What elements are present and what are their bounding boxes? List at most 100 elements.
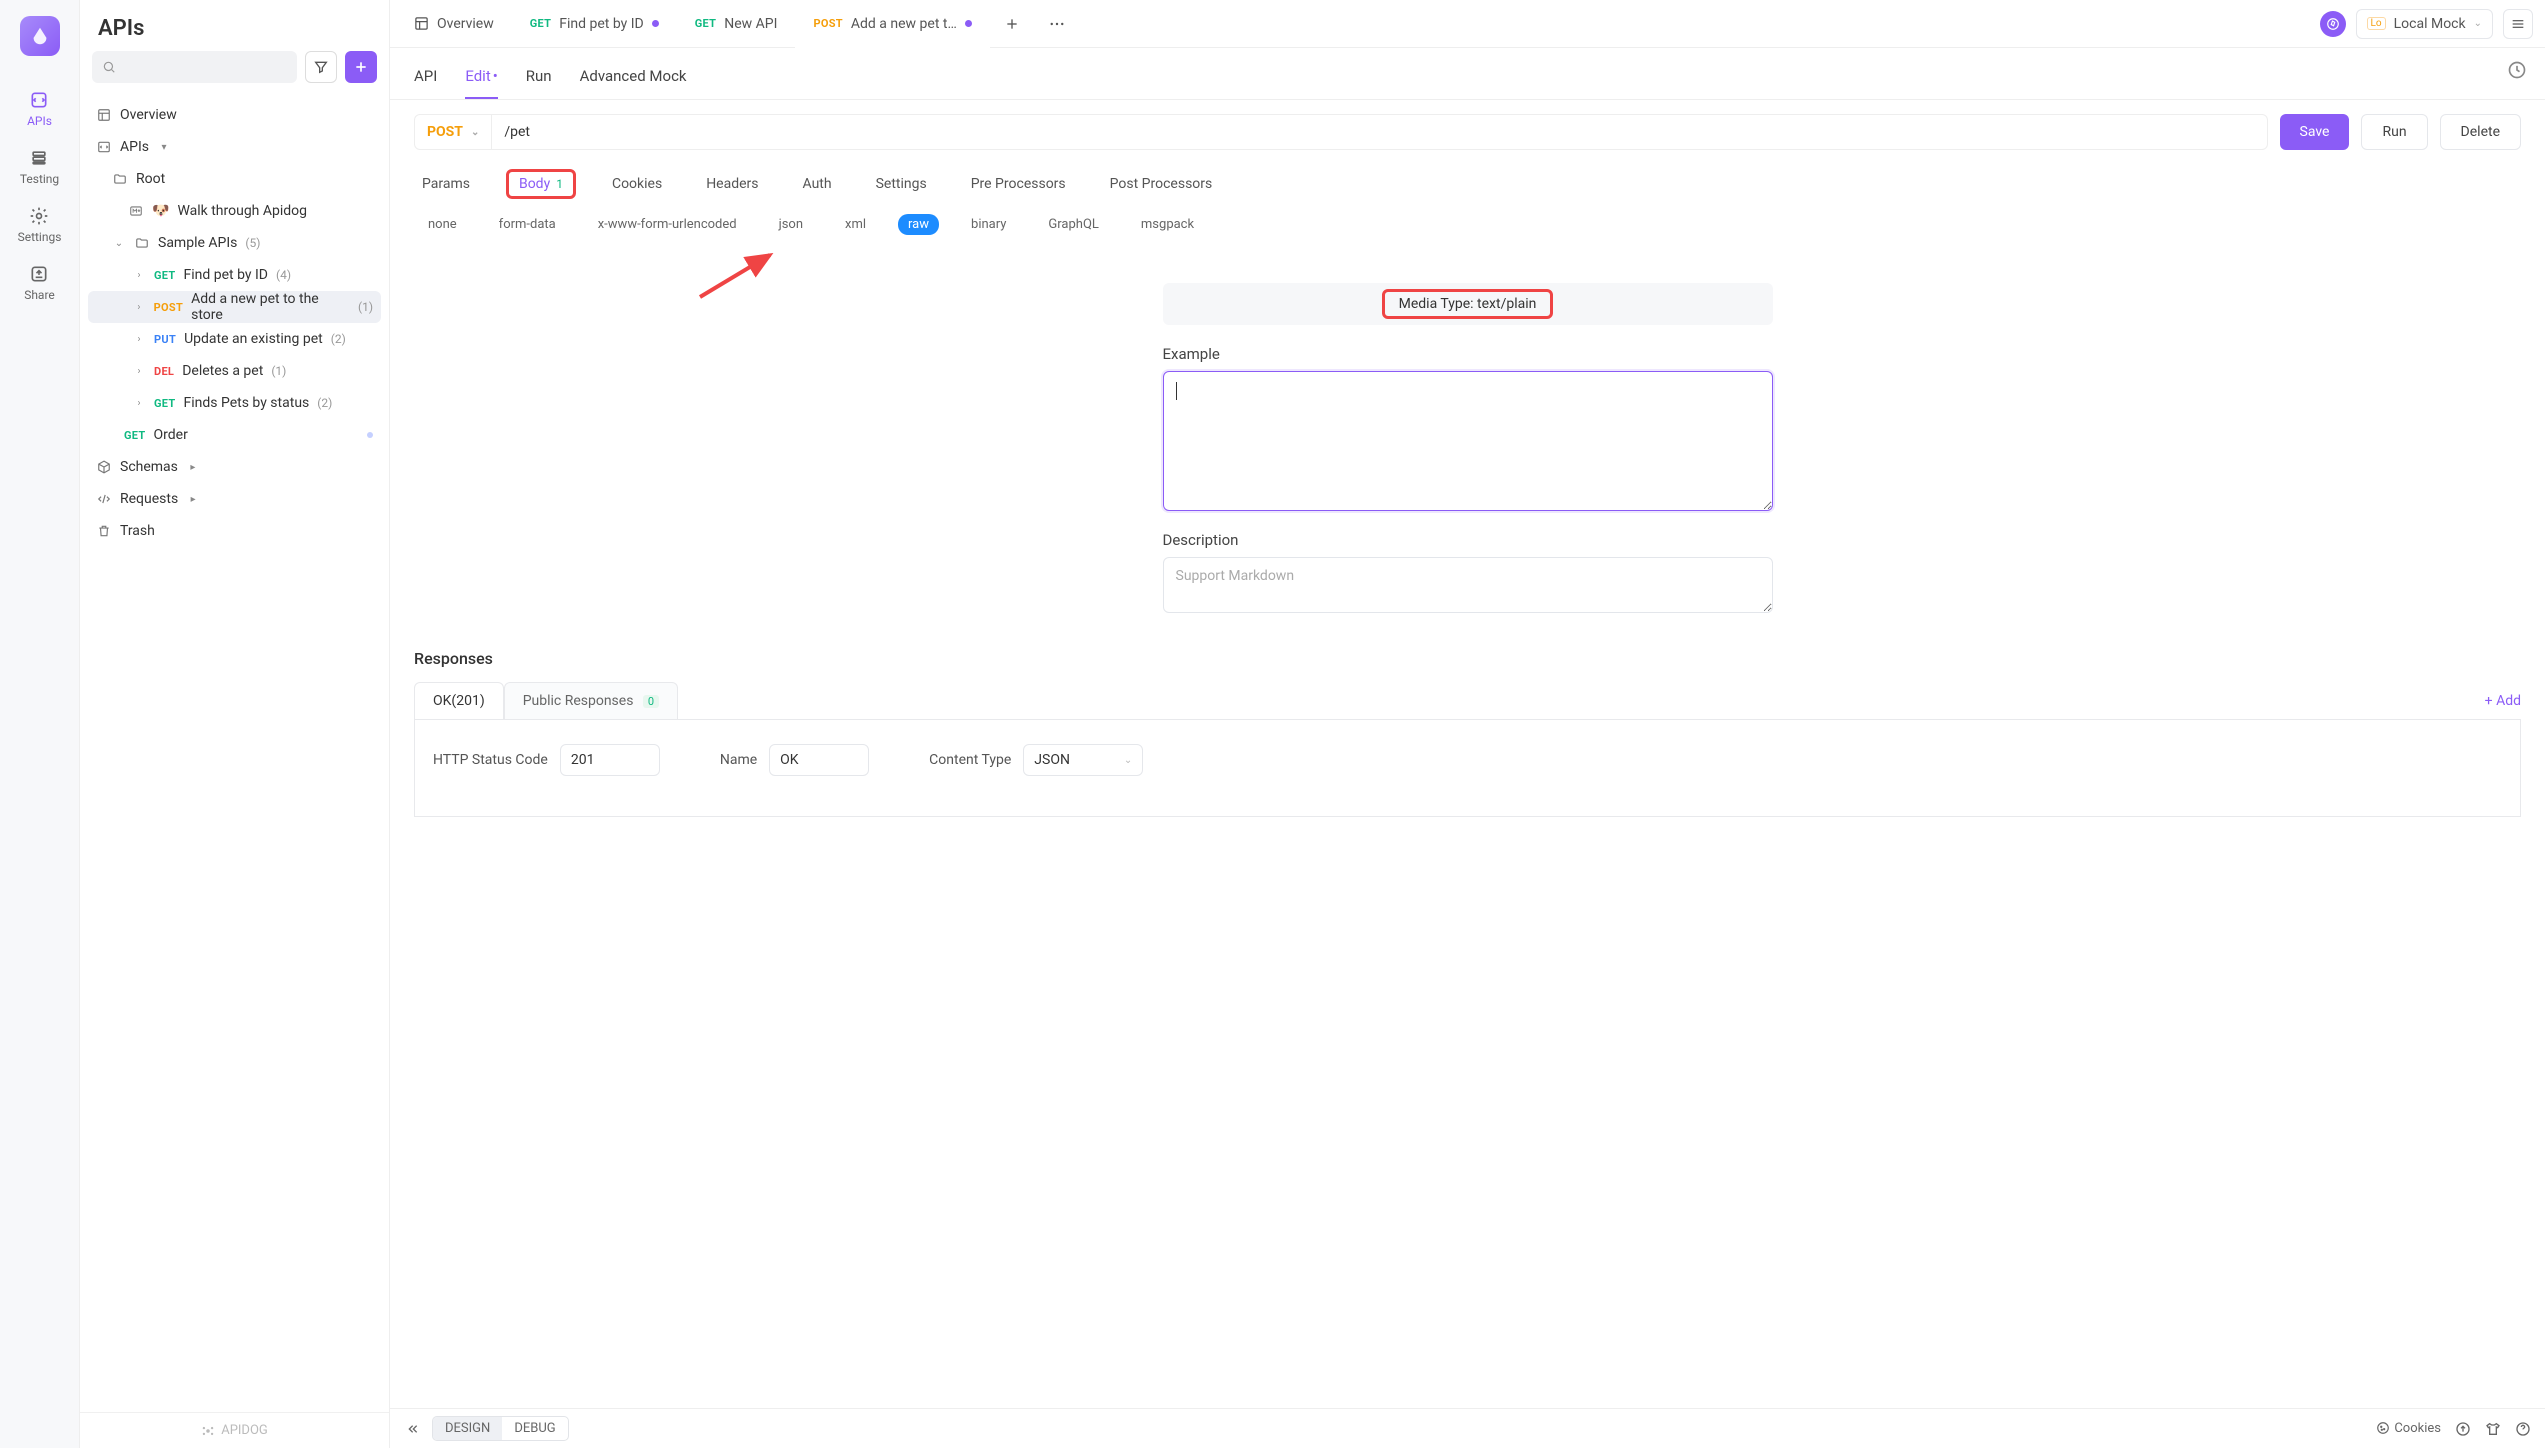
- tab[interactable]: POSTAdd a new pet t…: [795, 0, 989, 48]
- tree-endpoint[interactable]: ›DELDeletes a pet(1): [88, 355, 381, 387]
- upload-icon[interactable]: [2455, 1421, 2471, 1437]
- env-label: Local Mock: [2394, 16, 2466, 32]
- method-badge: GET: [530, 17, 552, 30]
- tree-endpoint[interactable]: ›GETFind pet by ID(4): [88, 259, 381, 291]
- req-tab-cookies[interactable]: Cookies: [604, 172, 670, 196]
- body-type-selector: none form-data x-www-form-urlencoded json xm…: [390, 204, 2545, 253]
- description-textarea[interactable]: Support Markdown: [1163, 557, 1773, 613]
- req-tab-body[interactable]: Body1: [506, 169, 576, 199]
- shirt-icon[interactable]: [2485, 1421, 2501, 1437]
- status-code-label: HTTP Status Code: [433, 752, 548, 768]
- tree-overview[interactable]: Overview: [88, 99, 381, 131]
- content-type-select[interactable]: JSON ⌄: [1023, 744, 1143, 776]
- subtab-edit[interactable]: Edit: [465, 67, 497, 99]
- tree-label: Update an existing pet: [184, 331, 323, 347]
- body-type-x-www-form-urlencoded[interactable]: x-www-form-urlencoded: [588, 214, 747, 235]
- tree-endpoint-order[interactable]: GET Order: [88, 419, 381, 451]
- tree-count: (1): [271, 364, 286, 378]
- tab[interactable]: Overview: [396, 0, 512, 48]
- tab[interactable]: GETFind pet by ID: [512, 0, 677, 48]
- help-icon[interactable]: [2515, 1421, 2531, 1437]
- tree-requests[interactable]: Requests ▸: [88, 483, 381, 515]
- new-tab-button[interactable]: [990, 0, 1034, 48]
- api-tree: Overview APIs ▾ Root 🐶 Walk through Apid…: [80, 95, 389, 1412]
- content-type-label: Content Type: [929, 752, 1011, 768]
- response-name-input[interactable]: OK: [769, 744, 869, 776]
- caret-icon: ▸: [186, 462, 200, 473]
- body-type-xml[interactable]: xml: [835, 214, 876, 235]
- body-type-msgpack[interactable]: msgpack: [1131, 214, 1204, 235]
- add-response-button[interactable]: + Add: [2485, 693, 2521, 709]
- search-input[interactable]: [92, 51, 297, 83]
- response-tab-public[interactable]: Public Responses 0: [504, 682, 678, 719]
- tree-endpoint[interactable]: › GET Finds Pets by status (2): [88, 387, 381, 419]
- method-badge: PUT: [154, 333, 176, 346]
- response-tab-ok[interactable]: OK(201): [414, 682, 504, 719]
- tree-count: (4): [276, 268, 291, 282]
- url-input[interactable]: /pet: [492, 114, 2267, 150]
- body-type-none[interactable]: none: [418, 214, 467, 235]
- tree-endpoint[interactable]: ›PUTUpdate an existing pet(2): [88, 323, 381, 355]
- delete-button[interactable]: Delete: [2440, 114, 2521, 150]
- body-type-raw[interactable]: raw: [898, 214, 939, 235]
- mode-segment: DESIGN DEBUG: [432, 1416, 569, 1441]
- tree-label: Finds Pets by status: [184, 395, 310, 411]
- collapse-button[interactable]: [404, 1421, 420, 1437]
- example-textarea[interactable]: [1163, 371, 1773, 511]
- subtab-advanced-mock[interactable]: Advanced Mock: [580, 67, 687, 99]
- body-type-binary[interactable]: binary: [961, 214, 1016, 235]
- media-type-box[interactable]: Media Type: text/plain: [1163, 283, 1773, 325]
- tree-folder-root[interactable]: Root: [88, 163, 381, 195]
- add-button[interactable]: [345, 51, 377, 83]
- rail-testing[interactable]: Testing: [18, 138, 62, 196]
- response-name-label: Name: [720, 752, 757, 768]
- tree-label: Schemas: [120, 459, 178, 475]
- tree-folder-sample[interactable]: ⌄ Sample APIs (5): [88, 227, 381, 259]
- request-tabs: Params Body1 Cookies Headers Auth Settings Pre…: [390, 164, 2545, 204]
- subtab-run[interactable]: Run: [526, 67, 552, 99]
- tree-endpoint[interactable]: ›POSTAdd a new pet to the store(1): [88, 291, 381, 323]
- menu-button[interactable]: [2503, 9, 2533, 39]
- tab[interactable]: GETNew API: [677, 0, 796, 48]
- tab-overflow-menu[interactable]: [1034, 0, 1080, 48]
- chevron-down-icon: ⌄: [2474, 18, 2482, 29]
- method-badge: DEL: [154, 365, 174, 378]
- req-tab-pre-processors[interactable]: Pre Processors: [963, 172, 1074, 196]
- save-button[interactable]: Save: [2280, 114, 2350, 150]
- chevron-right-icon: ›: [132, 334, 146, 345]
- refresh-button[interactable]: [2507, 60, 2527, 80]
- method-badge: GET: [154, 397, 176, 410]
- compass-button[interactable]: [2320, 11, 2346, 37]
- mode-design[interactable]: DESIGN: [433, 1417, 502, 1440]
- tree-schemas[interactable]: Schemas ▸: [88, 451, 381, 483]
- tree-apis-root[interactable]: APIs ▾: [88, 131, 381, 163]
- method-label: POST: [427, 124, 463, 140]
- tree-walkthrough[interactable]: 🐶 Walk through Apidog: [88, 195, 381, 227]
- method-select[interactable]: POST ⌄: [414, 114, 492, 150]
- req-tab-post-processors[interactable]: Post Processors: [1102, 172, 1221, 196]
- body-type-json[interactable]: json: [769, 214, 813, 235]
- status-dot: [367, 432, 373, 438]
- cookies-button[interactable]: Cookies: [2376, 1421, 2441, 1436]
- req-tab-settings[interactable]: Settings: [868, 172, 935, 196]
- rail-apis[interactable]: APIs: [18, 80, 62, 138]
- caret-icon: ▸: [186, 494, 200, 505]
- tree-count: (2): [317, 396, 332, 410]
- rail-share[interactable]: Share: [18, 254, 62, 312]
- status-code-input[interactable]: 201: [560, 744, 660, 776]
- body-type-GraphQL[interactable]: GraphQL: [1038, 214, 1108, 235]
- run-button[interactable]: Run: [2361, 114, 2427, 150]
- tree-trash[interactable]: Trash: [88, 515, 381, 547]
- tab-label: Add a new pet t…: [851, 16, 957, 32]
- filter-button[interactable]: [305, 51, 337, 83]
- tree-label: Walk through Apidog: [177, 203, 307, 219]
- body-type-form-data[interactable]: form-data: [489, 214, 566, 235]
- req-tab-headers[interactable]: Headers: [698, 172, 766, 196]
- environment-select[interactable]: Lo Local Mock ⌄: [2356, 9, 2493, 39]
- mode-debug[interactable]: DEBUG: [502, 1417, 567, 1440]
- subtab-api[interactable]: API: [414, 67, 437, 99]
- req-tab-auth[interactable]: Auth: [795, 172, 840, 196]
- chevron-right-icon: ›: [132, 398, 146, 409]
- req-tab-params[interactable]: Params: [414, 172, 478, 196]
- rail-settings[interactable]: Settings: [18, 196, 62, 254]
